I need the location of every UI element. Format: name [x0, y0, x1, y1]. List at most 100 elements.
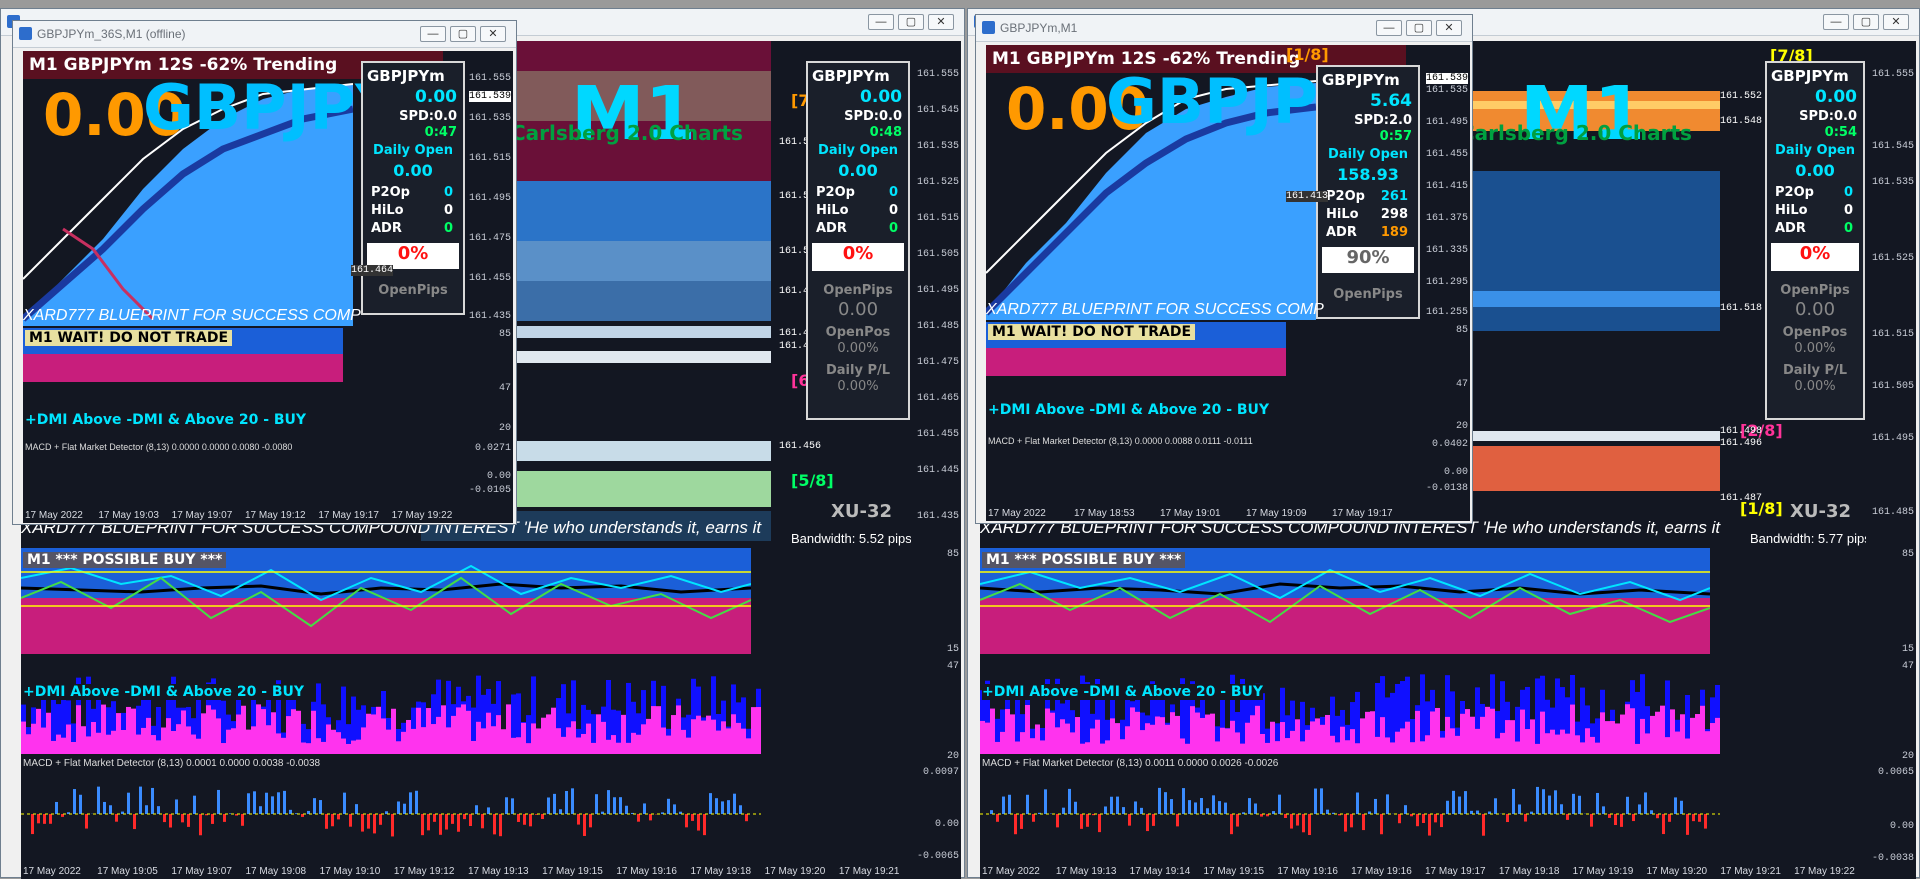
- maximize-button[interactable]: ▢: [898, 14, 924, 30]
- dmi-bar: [231, 728, 236, 754]
- current-price: 161.539: [1426, 73, 1468, 84]
- macd-bar: [1356, 793, 1359, 814]
- price-pane[interactable]: M1 GBPJPYm 12S -62% Trending 0.00 GBPJPY…: [23, 51, 468, 326]
- macd-bar: [463, 814, 466, 819]
- small-chart-area[interactable]: M1 GBPJPYm 12S -62% Trending [1/8] 0.00 …: [986, 45, 1470, 521]
- time-tick: 17 May 19:10: [320, 866, 381, 877]
- rsi-level: 85: [1902, 549, 1914, 560]
- macd-bar: [85, 814, 88, 829]
- macd-bar: [541, 814, 544, 819]
- minimize-button[interactable]: —: [420, 26, 446, 42]
- price-axis[interactable]: 161.539 161.535 161.495 161.455 161.415 …: [1426, 45, 1470, 521]
- dmi-bar: [461, 704, 466, 754]
- macd-bar: [721, 801, 724, 814]
- dmi-bar: [101, 705, 106, 754]
- rsi-pane[interactable]: M1 WAIT! DO NOT TRADE: [986, 322, 1426, 376]
- macd-bar: [1026, 795, 1029, 814]
- small-chart-window[interactable]: GBPJPYm,M1 — ▢ ✕ M1 GBPJPYm 12S -62% Tre…: [975, 14, 1473, 524]
- rsi-pane[interactable]: M1 *** POSSIBLE BUY ***: [980, 548, 1866, 654]
- small-window-titlebar[interactable]: GBPJPYm,M1 — ▢ ✕: [976, 15, 1472, 42]
- maximize-button[interactable]: ▢: [450, 26, 476, 42]
- dmi-bar: [1480, 717, 1485, 754]
- dmi-bar: [731, 714, 736, 754]
- price-axis[interactable]: 161.555 161.545 161.535 161.525 161.515 …: [911, 41, 961, 879]
- dmi-bar: [1610, 721, 1615, 754]
- minimize-button[interactable]: —: [1376, 20, 1402, 36]
- macd-bar: [547, 797, 550, 814]
- dmi-bar: [1245, 723, 1250, 754]
- offline-window-titlebar[interactable]: GBPJPYm_36S,M1 (offline) — ▢ ✕: [13, 21, 516, 48]
- macd-bar: [667, 799, 670, 814]
- macd-level: 0.00: [1890, 821, 1914, 832]
- minimize-button[interactable]: —: [868, 14, 894, 30]
- dmi-bar: [1455, 736, 1460, 754]
- dmi-bar: [501, 729, 506, 754]
- close-button[interactable]: ✕: [1883, 14, 1909, 30]
- dmi-bar: [616, 743, 621, 754]
- macd-pane[interactable]: MACD + Flat Market Detector (8,13) 0.000…: [23, 440, 468, 508]
- dmi-bar: [641, 724, 646, 754]
- panel-hilo-value: 0: [1844, 203, 1853, 218]
- dmi-bar: [1125, 726, 1130, 754]
- panel-value: 0.00: [415, 87, 457, 107]
- macd-pane[interactable]: MACD + Flat Market Detector (8,13) 0.000…: [986, 434, 1426, 502]
- macd-bar: [1698, 814, 1701, 822]
- maximize-button[interactable]: ▢: [1406, 20, 1432, 36]
- macd-bar: [553, 794, 556, 814]
- dmi-bar: [1135, 712, 1140, 754]
- dmi-histogram: [21, 656, 761, 754]
- offline-chart-area[interactable]: M1 GBPJPYm 12S -62% Trending 0.00 GBPJPY…: [23, 51, 513, 523]
- minimize-button[interactable]: —: [1823, 14, 1849, 30]
- macd-bar: [1170, 799, 1173, 814]
- price-tick: 161.555: [917, 69, 959, 80]
- macd-pane[interactable]: MACD + Flat Market Detector (8,13) 0.000…: [21, 756, 911, 866]
- maximize-button[interactable]: ▢: [1853, 14, 1879, 30]
- close-button[interactable]: ✕: [480, 26, 506, 42]
- dmi-pane[interactable]: +DMI Above -DMI & Above 20 - BUY: [986, 378, 1426, 432]
- dmi-bar: [1550, 730, 1555, 754]
- dmi-bar: [336, 732, 341, 754]
- macd-bar: [1428, 814, 1431, 836]
- price-tick: 161.555: [469, 73, 511, 84]
- close-button[interactable]: ✕: [1436, 20, 1462, 36]
- macd-pane[interactable]: MACD + Flat Market Detector (8,13) 0.001…: [980, 756, 1866, 866]
- rsi-level: 15: [1902, 644, 1914, 655]
- price-pane[interactable]: M1 GBPJPYm 12S -62% Trending [1/8] 0.00 …: [986, 45, 1426, 320]
- macd-bar: [1164, 792, 1167, 814]
- dmi-bar: [576, 737, 581, 754]
- offline-chart-window[interactable]: GBPJPYm_36S,M1 (offline) — ▢ ✕ M1 GBPJPY…: [12, 20, 517, 525]
- dmi-bar: [1655, 712, 1660, 754]
- dmi-bar: [1110, 718, 1115, 754]
- dmi-bar: [1515, 742, 1520, 754]
- macd-bar: [247, 793, 250, 814]
- panel-percent: 90%: [1322, 247, 1414, 273]
- dmi-bar: [611, 735, 616, 754]
- dmi-bar: [21, 722, 26, 754]
- dmi-pane[interactable]: +DMI Above -DMI & Above 20 - BUY: [980, 656, 1866, 754]
- close-button[interactable]: ✕: [928, 14, 954, 30]
- macd-level: 0.0271: [475, 443, 511, 454]
- dmi-bar: [566, 727, 571, 754]
- price-tick: 161.465: [917, 393, 959, 404]
- rsi-level: 85: [499, 329, 511, 340]
- macd-bar: [1464, 791, 1467, 814]
- dmi-bar: [1690, 718, 1695, 754]
- dmi-pane[interactable]: +DMI Above -DMI & Above 20 - BUY: [21, 656, 911, 754]
- rsi-pane[interactable]: M1 WAIT! DO NOT TRADE: [23, 328, 468, 382]
- rsi-pane[interactable]: M1 *** POSSIBLE BUY ***: [21, 548, 911, 654]
- time-tick: 17 May 19:15: [1204, 866, 1265, 877]
- dmi-bar: [1340, 727, 1345, 754]
- price-axis[interactable]: 161.555 161.539 161.535 161.515 161.495 …: [468, 51, 513, 523]
- dmi-bar: [716, 731, 721, 754]
- macd-bar: [253, 791, 256, 814]
- macd-bar: [649, 814, 652, 820]
- macd-bar: [343, 793, 346, 814]
- panel-spread: SPD:2.0: [1354, 113, 1412, 128]
- price-tick: 161.435: [469, 311, 511, 322]
- price-axis[interactable]: 161.555 161.545 161.535 161.525 161.515 …: [1866, 41, 1916, 879]
- time-tick: 17 May 19:07: [172, 510, 233, 521]
- price-tick: 161.515: [1872, 329, 1914, 340]
- time-tick: 17 May 2022: [25, 510, 83, 521]
- macd-bar: [511, 798, 514, 814]
- dmi-pane[interactable]: +DMI Above -DMI & Above 20 - BUY: [23, 384, 468, 438]
